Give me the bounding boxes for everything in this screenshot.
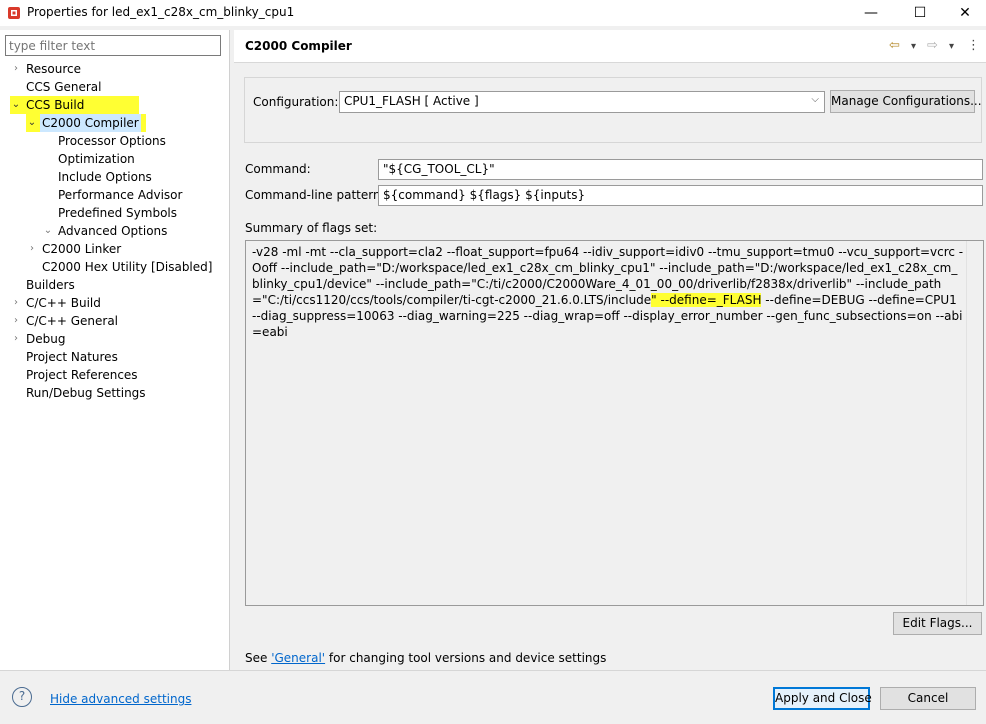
tree-item-predefined-symbols[interactable]: Predefined Symbols (58, 204, 177, 222)
apply-and-close-button[interactable]: Apply and Close (773, 687, 872, 710)
edit-flags-button[interactable]: Edit Flags... (893, 612, 982, 635)
tree-item-performance-advisor[interactable]: Performance Advisor (58, 186, 182, 204)
flags-summary-text: -v28 -ml -mt --cla_support=cla2 --float_… (252, 245, 964, 339)
property-page: C2000 Compiler ⇦ ▾ ⇨ ▾ ⋮ Configuration: … (234, 30, 986, 670)
tree-item-ccs-build[interactable]: ⌄ CCS Build (10, 96, 139, 114)
command-field[interactable]: "${CG_TOOL_CL}" (378, 159, 983, 180)
forward-arrow-icon[interactable]: ⇨ (927, 38, 938, 53)
close-button[interactable]: ✕ (942, 0, 986, 26)
tree-item-c2000-compiler[interactable]: ⌄ C2000 Compiler (26, 114, 146, 132)
cancel-button[interactable]: Cancel (880, 687, 976, 710)
page-title: C2000 Compiler (245, 39, 352, 53)
tree-item-include-options[interactable]: Include Options (58, 168, 152, 186)
manage-configurations-button[interactable]: Manage Configurations... (830, 90, 982, 113)
back-menu-icon[interactable]: ▾ (911, 41, 916, 52)
forward-menu-icon[interactable]: ▾ (949, 41, 954, 52)
dialog-button-bar: ? Hide advanced settings Apply and Close… (0, 670, 986, 724)
command-label: Command: (245, 162, 311, 176)
chevron-right-icon[interactable]: › (10, 330, 22, 348)
configuration-group: Configuration: CPU1_FLASH [ Active ] ⌵ M… (244, 77, 982, 143)
vertical-scrollbar[interactable] (966, 241, 983, 605)
window-title: Properties for led_ex1_c28x_cm_blinky_cp… (27, 5, 295, 19)
chevron-down-icon[interactable]: ⌄ (42, 222, 54, 240)
tree-item-c2000-hex-utility[interactable]: C2000 Hex Utility [Disabled] (42, 258, 212, 276)
more-options-icon[interactable]: ⋮ (967, 38, 980, 53)
code-composer-icon (8, 7, 20, 19)
summary-label: Summary of flags set: (245, 221, 378, 235)
hide-advanced-settings-link[interactable]: Hide advanced settings (50, 692, 191, 706)
help-icon[interactable]: ? (12, 687, 32, 707)
tree-item-run-debug-settings[interactable]: Run/Debug Settings (26, 384, 146, 402)
tree-item-project-natures[interactable]: Project Natures (26, 348, 118, 366)
define-flash-highlight: " --define=_FLASH (651, 293, 762, 307)
window-titlebar: Properties for led_ex1_c28x_cm_blinky_cp… (0, 0, 986, 26)
back-arrow-icon[interactable]: ⇦ (889, 38, 900, 53)
filter-input[interactable] (5, 35, 221, 56)
command-line-pattern-field[interactable]: ${command} ${flags} ${inputs} (378, 185, 983, 206)
pattern-label: Command-line pattern: (245, 188, 385, 202)
chevron-right-icon[interactable]: › (26, 240, 38, 258)
tree-item-builders[interactable]: Builders (26, 276, 75, 294)
chevron-right-icon[interactable]: › (10, 312, 22, 330)
chevron-down-icon: ⌵ (811, 94, 819, 105)
general-link[interactable]: 'General' (271, 651, 325, 665)
tree-item-ccs-general[interactable]: CCS General (26, 78, 101, 96)
tree-item-processor-options[interactable]: Processor Options (58, 132, 166, 150)
flags-summary-textarea[interactable]: -v28 -ml -mt --cla_support=cla2 --float_… (245, 240, 984, 606)
tree-item-project-references[interactable]: Project References (26, 366, 138, 384)
maximize-button[interactable]: ☐ (897, 0, 943, 26)
property-tree-pane: › Resource CCS General ⌄ CCS Build ⌄ C20… (0, 30, 230, 670)
tree-item-optimization[interactable]: Optimization (58, 150, 135, 168)
chevron-down-icon[interactable]: ⌄ (26, 114, 38, 132)
configuration-label: Configuration: (253, 95, 339, 109)
footer-note: See 'General' for changing tool versions… (245, 651, 607, 665)
minimize-button[interactable]: — (848, 0, 894, 26)
chevron-right-icon[interactable]: › (10, 294, 22, 312)
configuration-select[interactable]: CPU1_FLASH [ Active ] ⌵ (339, 91, 825, 113)
chevron-right-icon[interactable]: › (10, 60, 22, 78)
page-header: C2000 Compiler ⇦ ▾ ⇨ ▾ ⋮ (234, 30, 986, 63)
chevron-down-icon[interactable]: ⌄ (10, 96, 22, 114)
